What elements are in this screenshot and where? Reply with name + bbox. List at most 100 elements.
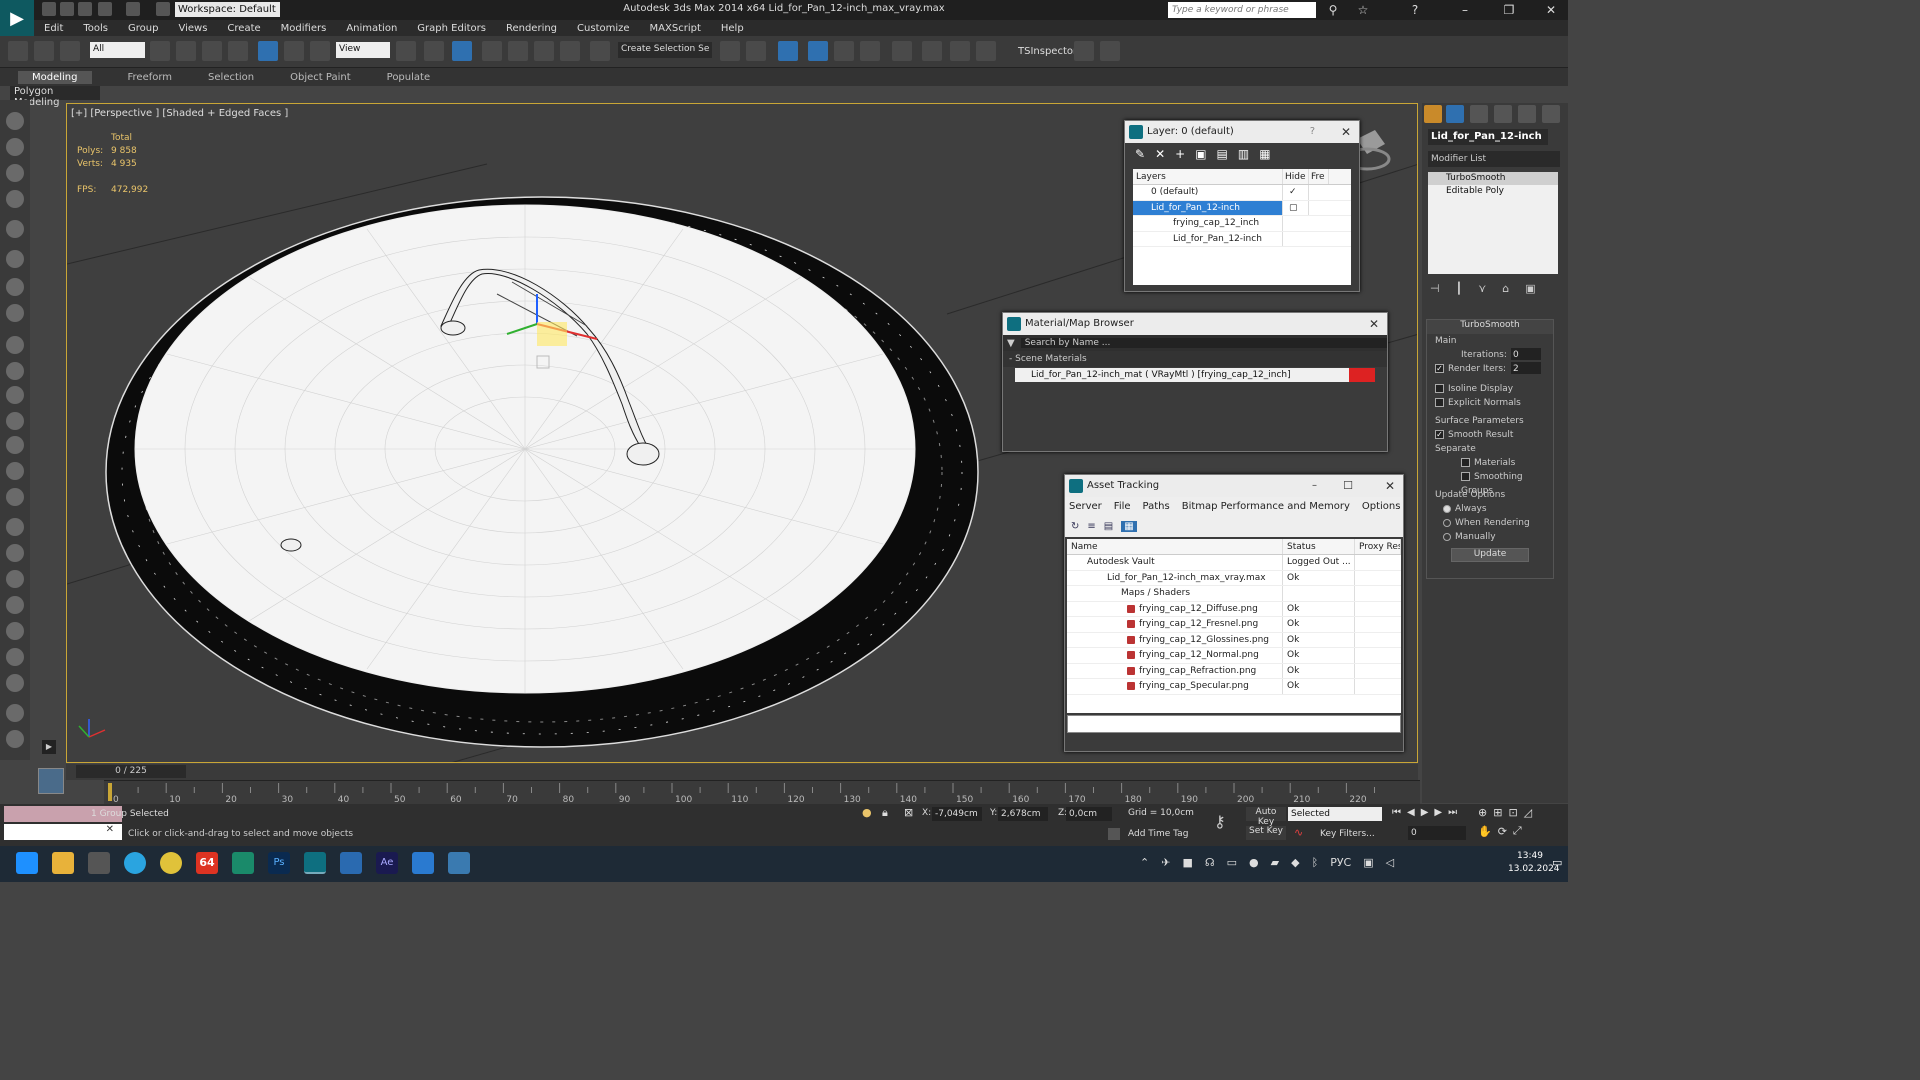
explicit-normals-checkbox[interactable] [1435, 398, 1444, 407]
zoom-extents-icon[interactable]: ⊡ [1508, 806, 1517, 819]
layer-help-button[interactable]: ? [1310, 121, 1315, 143]
update-button[interactable]: Update [1451, 548, 1529, 562]
star-icon[interactable]: ☆ [1350, 2, 1376, 18]
hair-tool-icon[interactable] [6, 648, 24, 666]
menu-tools[interactable]: Tools [83, 23, 108, 34]
tab-object-paint[interactable]: Object Paint [290, 72, 351, 83]
tray-volume-icon[interactable]: ◁ [1386, 856, 1394, 869]
maxscript-close-icon[interactable]: ✕ [4, 824, 122, 840]
render-setup-icon[interactable] [922, 41, 942, 61]
telegram-icon[interactable] [124, 852, 146, 874]
undo-icon[interactable] [98, 2, 112, 16]
go-to-end-icon[interactable]: ⏭ [1448, 807, 1457, 818]
edit-named-selection-icon[interactable] [590, 41, 610, 61]
sphere-display-icon[interactable] [6, 704, 24, 722]
freeze-all-layers-icon[interactable]: ▦ [1259, 147, 1270, 161]
hierarchy-tool-icon[interactable] [6, 570, 24, 588]
tab-modeling[interactable]: Modeling [18, 70, 92, 84]
isolate-selection-icon[interactable]: ● [862, 806, 872, 819]
camera-app-icon[interactable] [412, 852, 434, 874]
app-logo-icon[interactable]: ▶ [0, 0, 34, 36]
table-row[interactable]: frying_cap_12_Diffuse.png Ok [1067, 601, 1401, 617]
percent-snap-icon[interactable] [534, 41, 554, 61]
key-filters-button[interactable]: Key Filters... [1320, 829, 1375, 839]
select-move-icon[interactable] [258, 41, 278, 61]
help-search-input[interactable]: Type a keyword or phrase [1168, 2, 1316, 18]
object-name-field[interactable]: Lid_for_Pan_12-inch [1428, 129, 1548, 145]
select-object-icon[interactable] [150, 41, 170, 61]
proxy-column-header[interactable]: Proxy Res [1355, 539, 1401, 554]
tray-nvidia-icon[interactable]: ▰ [1271, 856, 1279, 869]
select-by-name-icon[interactable] [176, 41, 196, 61]
redo-icon[interactable] [126, 2, 140, 16]
set-key-button[interactable]: Set Key [1246, 826, 1286, 840]
field-of-view-icon[interactable]: ◿ [1524, 806, 1532, 819]
tab-selection[interactable]: Selection [208, 72, 254, 83]
materials-checkbox[interactable] [1461, 458, 1470, 467]
table-row[interactable]: frying_cap_12_Normal.png Ok [1067, 648, 1401, 664]
hierarchy-tab-icon[interactable] [1470, 105, 1488, 123]
snaps-toggle-icon[interactable] [482, 41, 502, 61]
x-coordinate-field[interactable]: -7,049cm [932, 807, 982, 821]
configure-modifier-sets-icon[interactable]: ▣ [1525, 282, 1535, 295]
freeze-column-header[interactable]: Fre [1309, 169, 1329, 184]
show-end-result-icon[interactable]: ┃ [1456, 282, 1463, 295]
torus-tool-icon[interactable] [6, 386, 24, 404]
table-row[interactable]: frying_cap_12_Fresnel.png Ok [1067, 617, 1401, 633]
table-row[interactable]: frying_cap_Refraction.png Ok [1067, 663, 1401, 679]
refresh-icon[interactable]: ↻ [1071, 521, 1079, 532]
dynamics-tool-icon[interactable] [6, 544, 24, 562]
graphite-toolset-icon[interactable] [808, 41, 828, 61]
create-tab-icon[interactable] [1424, 105, 1442, 123]
key-icon[interactable]: ⚷ [1214, 812, 1226, 831]
rectangular-selection-icon[interactable] [202, 41, 222, 61]
current-frame-field[interactable]: 0 [1408, 826, 1466, 840]
lock-selection-icon[interactable]: 🔒︎ [882, 806, 888, 820]
material-browser-close-button[interactable]: ✕ [1369, 313, 1379, 335]
unlink-icon[interactable] [34, 41, 54, 61]
geosphere-tool-icon[interactable] [6, 488, 24, 506]
smoothing-groups-checkbox[interactable] [1461, 472, 1470, 481]
menu-animation[interactable]: Animation [346, 23, 397, 34]
layer-row[interactable]: Lid_for_Pan_12-inch [1133, 231, 1351, 247]
create-layer-icon[interactable]: ✎ [1135, 147, 1145, 161]
tray-green-icon[interactable]: ● [1249, 856, 1259, 869]
remove-modifier-icon[interactable]: ⌂ [1502, 282, 1509, 295]
time-slider-track[interactable] [66, 764, 1418, 780]
chrome-icon[interactable] [160, 852, 182, 874]
viewport-tool-icon[interactable] [6, 112, 24, 130]
pivot-center-icon[interactable] [396, 41, 416, 61]
zoom-icon[interactable]: ⊕ [1478, 806, 1487, 819]
hide-column-header[interactable]: Hide [1283, 169, 1309, 184]
spreadsheet-icon[interactable] [232, 852, 254, 874]
hide-all-layers-icon[interactable]: ▥ [1238, 147, 1249, 161]
schematic-view-icon[interactable] [860, 41, 880, 61]
project-folder-icon[interactable] [156, 2, 170, 16]
table-view-icon[interactable]: ▤ [1104, 521, 1113, 532]
menu-modifiers[interactable]: Modifiers [281, 23, 327, 34]
add-to-layer-icon[interactable]: + [1175, 147, 1185, 161]
key-mode-dropdown[interactable]: Selected [1288, 807, 1382, 821]
scene-materials-header[interactable]: - Scene Materials [1003, 351, 1387, 367]
task-view-icon[interactable] [88, 852, 110, 874]
grid-tool-icon[interactable] [6, 190, 24, 208]
checker-icon[interactable] [1100, 41, 1120, 61]
add-time-tag-button[interactable]: Add Time Tag [1128, 829, 1188, 839]
helper-tool-icon[interactable] [6, 304, 24, 322]
table-tool-icon[interactable] [6, 164, 24, 182]
image-viewer-icon[interactable] [448, 852, 470, 874]
cone-tool-icon[interactable] [6, 436, 24, 454]
aida64-icon[interactable]: 64 [196, 852, 218, 874]
curve-editor-icon[interactable] [834, 41, 854, 61]
render-iters-checkbox[interactable]: ✓ [1435, 364, 1444, 373]
render-iters-spinner[interactable]: 2 [1511, 362, 1541, 374]
bind-space-warp-icon[interactable] [60, 41, 80, 61]
gear-icon[interactable] [1074, 41, 1094, 61]
save-file-icon[interactable] [78, 2, 92, 16]
mirror-icon[interactable] [720, 41, 740, 61]
menu-group[interactable]: Group [128, 23, 158, 34]
material-search-input[interactable]: Search by Name ... [1020, 338, 1387, 348]
table-row[interactable]: Lid_for_Pan_12-inch_max_vray.max Ok [1067, 570, 1401, 586]
modifier-list-dropdown[interactable]: Modifier List [1428, 151, 1560, 167]
material-tool-icon[interactable] [6, 674, 24, 692]
